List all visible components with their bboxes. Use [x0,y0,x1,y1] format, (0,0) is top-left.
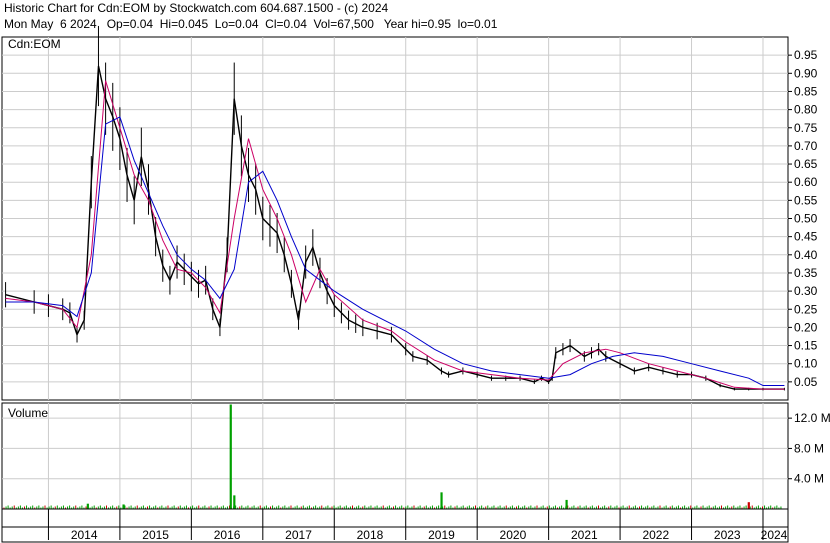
volume-bar [122,504,125,509]
chart-title: Historic Chart for Cdn:EOM by Stockwatch… [4,1,389,15]
price-axis: 0.05 0.10 0.15 0.20 0.25 0.30 0.35 0.40 0.45 0.50… [788,48,818,389]
price-tick-label: 0.85 [794,84,818,98]
price-tick-label: 0.10 [794,357,818,371]
volume-tick-label: 12.0 M [794,411,830,425]
price-tick-label: 0.05 [794,375,818,389]
x-tick-label: 2021 [571,528,598,542]
price-tick-label: 0.70 [794,139,818,153]
volume-panel: Volume 4.0 M 8.0 M 12.0 M [1,402,830,510]
price-tick-label: 0.90 [794,66,818,80]
x-tick-label: 2017 [285,528,312,542]
volume-panel-label: Volume [8,406,48,420]
x-tick-label: 2016 [214,528,241,542]
volume-tick-label: 4.0 M [794,472,824,486]
price-tick-label: 0.40 [794,248,818,262]
price-tick-label: 0.75 [794,121,818,135]
x-tick-label: 2014 [71,528,98,542]
price-tick-label: 0.45 [794,230,818,244]
volume-bar [440,492,443,509]
volume-bar [233,495,236,509]
price-panel: Cdn:EOM 0.05 0.10 0.15 0.20 0.25 0.30 0.35 0.40… [1,25,818,401]
x-tick-label: 2020 [500,528,527,542]
x-tick-label: 2018 [357,528,384,542]
volume-bar [565,499,568,509]
price-tick-label: 0.80 [794,103,818,117]
volume-bar [747,502,750,509]
price-tick-label: 0.60 [794,175,818,189]
volume-tick-label: 8.0 M [794,441,824,455]
quote-summary: Mon May 6 2024 Op=0.04 Hi=0.045 Lo=0.04 … [4,17,498,31]
x-tick-label: 2015 [142,528,169,542]
price-tick-label: 0.25 [794,302,818,316]
price-tick-label: 0.55 [794,193,818,207]
volume-bar [229,404,232,509]
x-tick-label: 2022 [642,528,669,542]
chart-header: Historic Chart for Cdn:EOM by Stockwatch… [4,0,497,32]
x-tick-label: 2019 [428,528,455,542]
volume-axis: 4.0 M 8.0 M 12.0 M [788,411,830,486]
historic-chart: Cdn:EOM 0.05 0.10 0.15 0.20 0.25 0.30 0.35 0.40… [1,25,830,543]
price-panel-label: Cdn:EOM [8,37,61,51]
x-tick-label: 2023 [714,528,741,542]
price-tick-label: 0.35 [794,266,818,280]
x-tick-label: 2024 [761,528,788,542]
price-grid [2,37,788,400]
x-axis: 2014 2015 2016 2017 2018 2019 2020 2021 2022 2023… [1,508,789,543]
price-tick-label: 0.30 [794,284,818,298]
price-tick-label: 0.95 [794,48,818,62]
price-tick-label: 0.65 [794,157,818,171]
price-tick-label: 0.15 [794,339,818,353]
price-tick-label: 0.20 [794,320,818,334]
volume-bar [86,503,89,509]
price-tick-label: 0.50 [794,212,818,226]
